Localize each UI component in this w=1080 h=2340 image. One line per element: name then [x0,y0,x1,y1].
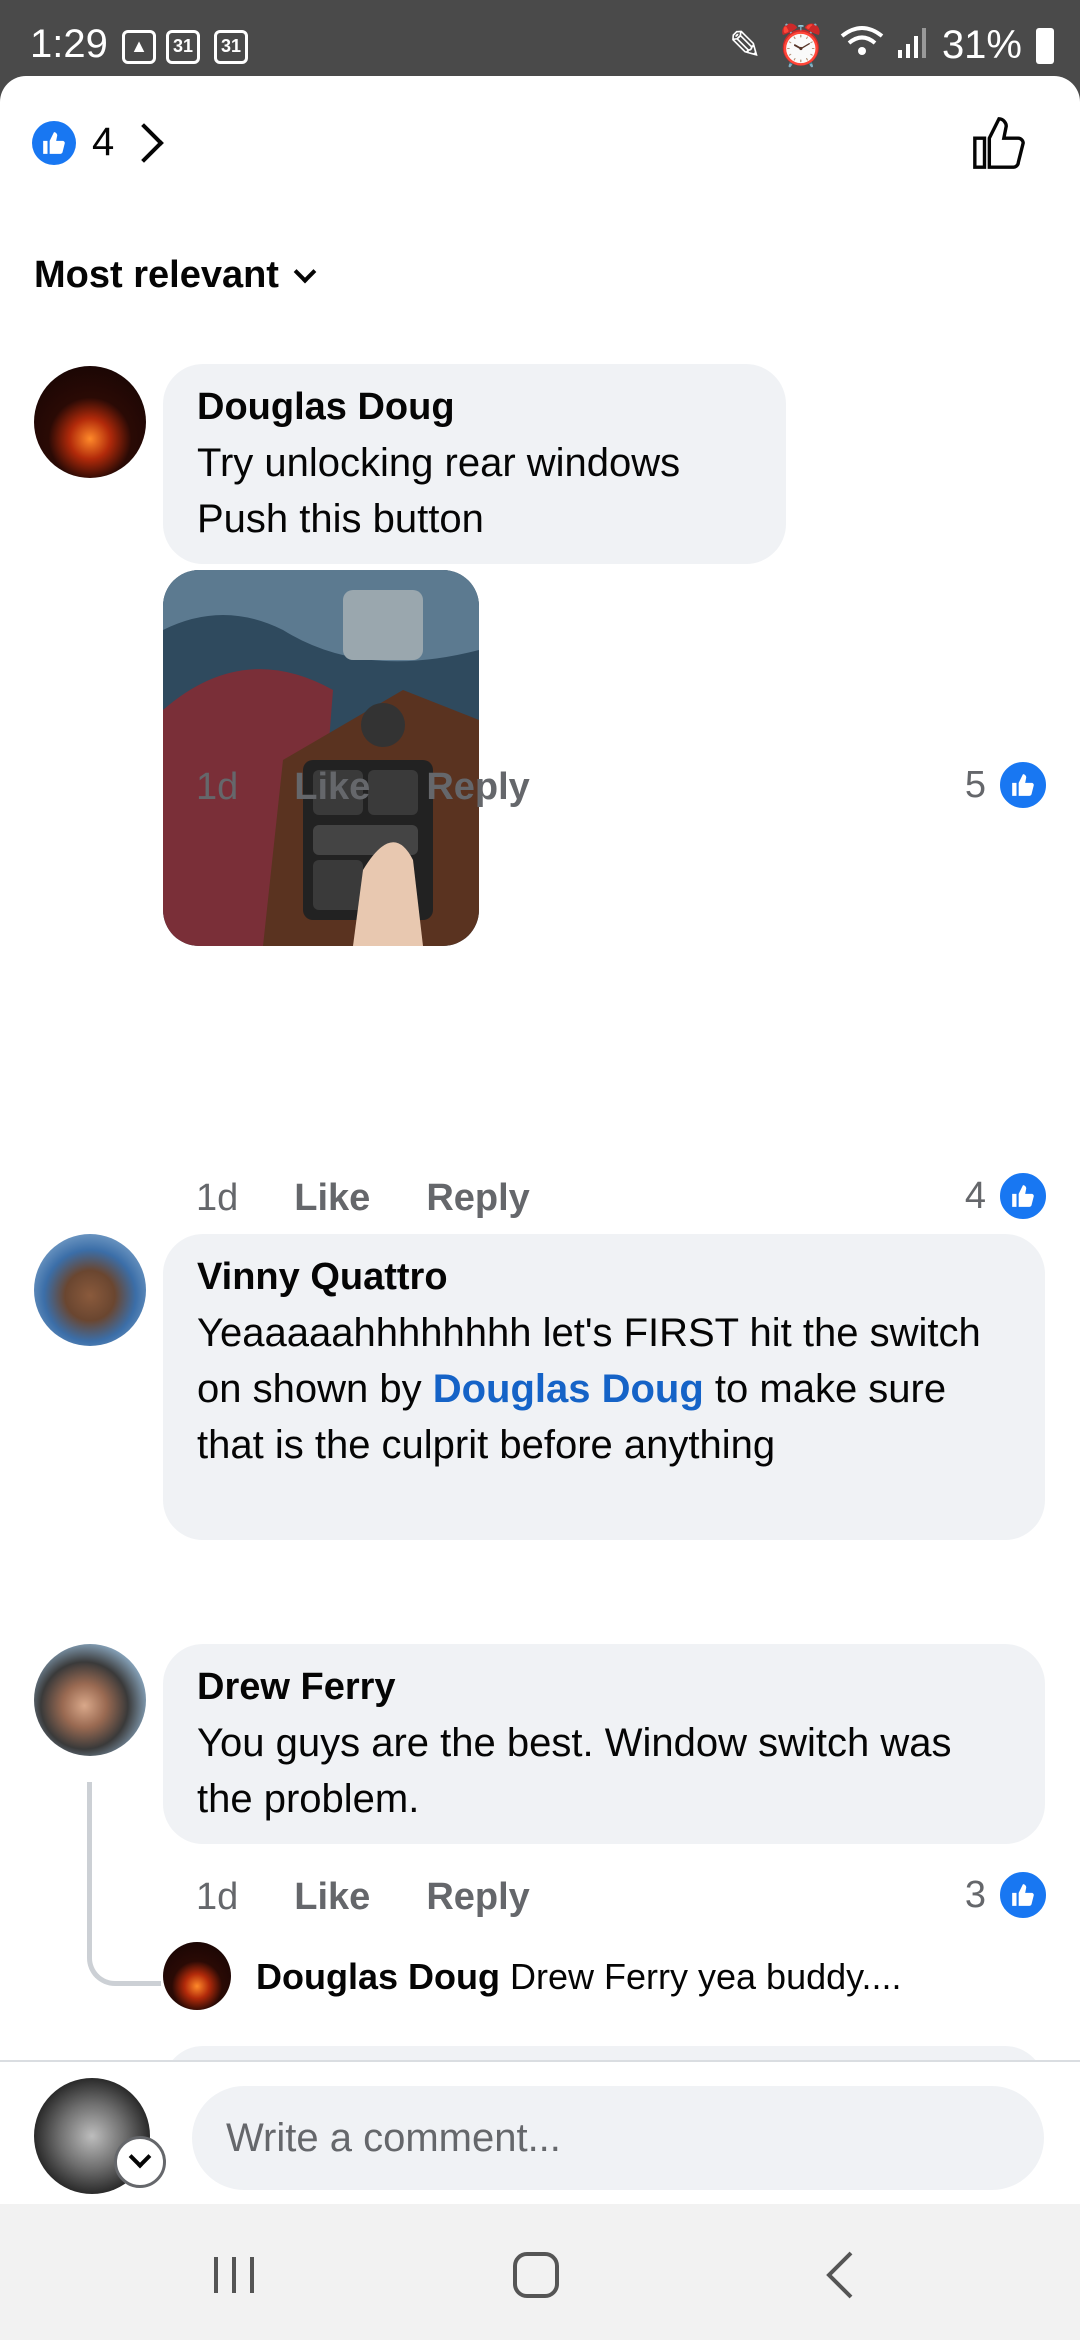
avatar[interactable] [163,1942,231,2010]
reply-author: Douglas Doug [256,1956,500,1997]
comment-input[interactable] [192,2086,1044,2190]
recents-button[interactable] [194,2240,274,2310]
status-time: 1:29 [30,22,108,66]
comment-text: Try unlocking rear windows Push this but… [197,435,752,547]
thread-line [87,1782,161,1986]
comments-sheet: 4 Most relevant Douglas Doug Try unlocki… [0,76,1080,2204]
like-count: 3 [964,1873,986,1916]
comment-text: You guys are the best. Window switch was… [197,1721,952,1821]
like-count: 5 [964,763,986,806]
comment-bubble: Douglas Doug Try unlocking rear windows … [163,364,786,564]
comment-composer [0,2060,1080,2204]
comment-reply-button[interactable]: Reply [426,1177,529,1220]
comment-text: Yeaaaaahhhhhhhh let's FIRST hit the swit… [197,1305,1011,1473]
comment-reaction-count[interactable]: 3 [965,1870,1048,1920]
pen-icon: ✎ [728,23,763,68]
like-thumb-icon [998,1171,1048,1221]
comment-text-line: Push this button [197,497,484,541]
status-right: ✎ ⏰ 31% [729,22,1054,69]
reaction-count: 4 [92,120,115,164]
battery-icon [1036,27,1054,64]
like-count: 4 [964,1174,986,1217]
comment-reply-button[interactable]: Reply [426,1876,529,1919]
chevron-down-icon [293,260,317,283]
like-thumb-icon [998,760,1048,810]
sort-label: Most relevant [34,254,279,296]
comment-text-line: Try unlocking rear windows [197,441,681,485]
signal-icon [897,23,928,68]
comment-reaction-count[interactable]: 4 [965,1171,1048,1221]
home-icon [513,2252,559,2298]
comment-bubble: Drew Ferry You guys are the best. Window… [163,1644,1045,1844]
reply-preview[interactable]: Douglas Doug Drew Ferry yea buddy.... [256,1956,901,1998]
home-button[interactable] [496,2240,576,2310]
comment-bubble: Vinny Quattro Yeaaaaahhhhhhhh let's FIRS… [163,1234,1045,1540]
chevron-down-icon[interactable] [114,2136,166,2188]
avatar[interactable] [34,1644,146,1756]
comment-reply-button[interactable]: Reply [426,766,529,809]
chevron-right-icon [124,122,165,163]
calendar-icon: 31 [214,30,248,64]
comment-author[interactable]: Drew Ferry [197,1666,1011,1709]
comment-author[interactable]: Douglas Doug [197,386,752,429]
comment-like-button[interactable]: Like [294,766,370,809]
back-icon [826,2251,853,2299]
avatar[interactable] [34,1234,146,1346]
comment-like-button[interactable]: Like [294,1177,370,1220]
image-icon: ▲ [122,30,156,64]
recents-icon [214,2257,254,2293]
mention-link[interactable]: Douglas Doug [433,1367,704,1411]
comment-actions: 1d Like Reply [196,1177,530,1220]
comment-actions: 1d Like Reply [196,1876,530,1919]
comment-time: 1d [196,1876,239,1918]
like-thumb-icon [998,1870,1048,1920]
like-thumb-icon [32,120,76,165]
battery-level: 31% [941,23,1022,67]
wifi-icon [840,23,884,68]
system-nav-bar [0,2204,1080,2340]
like-post-button[interactable] [970,114,1028,177]
reactions-summary[interactable]: 4 [32,120,165,165]
alarm-icon: ⏰ [776,24,826,68]
comment-time: 1d [196,1177,239,1219]
comment-time: 1d [196,766,239,808]
comment-reaction-count[interactable]: 5 [965,760,1048,810]
avatar[interactable] [34,366,146,478]
comment-author[interactable]: Vinny Quattro [197,1256,1011,1299]
comment-like-button[interactable]: Like [294,1876,370,1919]
status-bar: 1:29 ▲ 31 31 ✎ ⏰ 31% [0,0,1080,76]
comment-actions: 1d Like Reply [196,766,530,809]
reply-text: Drew Ferry yea buddy.... [510,1956,902,1997]
comment-photo[interactable] [163,570,479,946]
back-button[interactable] [800,2240,880,2310]
calendar-icon: 31 [166,30,200,64]
like-thumb-icon [973,117,1025,169]
sort-dropdown[interactable]: Most relevant [34,254,317,297]
